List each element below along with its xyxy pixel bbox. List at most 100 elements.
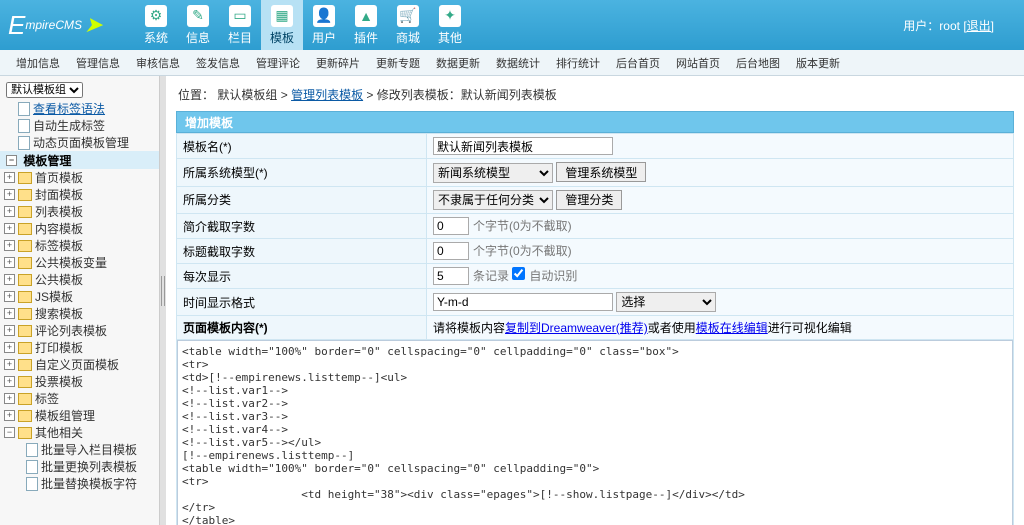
tree-item[interactable]: +首页模板 bbox=[0, 169, 159, 186]
manage-category-button[interactable]: 管理分类 bbox=[556, 190, 622, 210]
title-chars-input[interactable] bbox=[433, 242, 469, 260]
tree-item[interactable]: + 投票模板 bbox=[0, 373, 159, 390]
expand-icon[interactable]: + bbox=[4, 257, 15, 268]
dreamweaver-link[interactable]: 复制到Dreamweaver(推荐) bbox=[505, 321, 648, 335]
template-group-select[interactable]: 默认模板组 bbox=[6, 82, 83, 98]
expand-icon[interactable]: + bbox=[4, 189, 15, 200]
tree-item[interactable]: +内容模板 bbox=[0, 220, 159, 237]
timefmt-select[interactable]: 选择 bbox=[616, 292, 716, 312]
tree-child[interactable]: 批量更换列表模板 bbox=[0, 458, 159, 475]
collapse-icon[interactable]: − bbox=[6, 155, 17, 166]
nav-item-插件[interactable]: ▲插件 bbox=[345, 0, 387, 50]
tree-item[interactable]: +JS模板 bbox=[0, 288, 159, 305]
expand-icon[interactable]: + bbox=[4, 342, 15, 353]
tree-item[interactable]: +标签模板 bbox=[0, 237, 159, 254]
subnav-item[interactable]: 数据更新 bbox=[430, 55, 486, 71]
tree-child[interactable]: 批量替换模板字符 bbox=[0, 475, 159, 492]
auto-detect-checkbox[interactable] bbox=[512, 267, 525, 280]
subnav-item[interactable]: 后台首页 bbox=[610, 55, 666, 71]
tree-item[interactable]: +公共模板 bbox=[0, 271, 159, 288]
model-select[interactable]: 新闻系统模型 bbox=[433, 163, 553, 183]
folder-icon bbox=[18, 257, 32, 269]
page-icon bbox=[26, 443, 38, 457]
tree-item[interactable]: + 评论列表模板 bbox=[0, 322, 159, 339]
tree-label: 模板组管理 bbox=[35, 407, 95, 424]
tree-item[interactable]: + 模板组管理 bbox=[0, 407, 159, 424]
tree-item[interactable]: +封面模板 bbox=[0, 186, 159, 203]
subnav-item[interactable]: 数据统计 bbox=[490, 55, 546, 71]
sidebar-other-header[interactable]: −其他相关 bbox=[0, 424, 159, 441]
nav-item-其他[interactable]: ✦其他 bbox=[429, 0, 471, 50]
logo-text: mpireCMS bbox=[25, 18, 82, 32]
perpage-input[interactable] bbox=[433, 267, 469, 285]
hint-text: 或者使用 bbox=[648, 321, 696, 335]
tree-label: 评论列表模板 bbox=[35, 322, 107, 339]
expand-icon[interactable]: + bbox=[4, 393, 15, 404]
breadcrumb-current: 修改列表模板：默认新闻列表模板 bbox=[377, 88, 557, 102]
expand-icon[interactable]: + bbox=[4, 240, 15, 251]
main-nav: ⚙系统✎信息▭栏目▦模板👤用户▲插件🛒商城✦其他 bbox=[135, 0, 471, 50]
expand-icon[interactable]: + bbox=[4, 223, 15, 234]
sidebar-link[interactable]: 查看标签语法 bbox=[0, 100, 159, 117]
form-table: 模板名(*) 所属系统模型(*) 新闻系统模型 管理系统模型 所属分类 不隶属于… bbox=[176, 133, 1014, 525]
nav-item-系统[interactable]: ⚙系统 bbox=[135, 0, 177, 50]
subnav-item[interactable]: 更新碎片 bbox=[310, 55, 366, 71]
subnav-item[interactable]: 排行统计 bbox=[550, 55, 606, 71]
content-label-cell: 页面模板内容(*) bbox=[177, 316, 427, 340]
expand-icon[interactable]: + bbox=[4, 274, 15, 285]
subnav-item[interactable]: 管理评论 bbox=[250, 55, 306, 71]
tree-item[interactable]: +自定义页面模板 bbox=[0, 356, 159, 373]
intro-hint: 个字节(0为不截取) bbox=[473, 219, 572, 233]
subnav-item[interactable]: 版本更新 bbox=[790, 55, 846, 71]
timefmt-input[interactable] bbox=[433, 293, 613, 311]
tree-child[interactable]: 批量导入栏目模板 bbox=[0, 441, 159, 458]
collapse-icon[interactable]: − bbox=[4, 427, 15, 438]
manage-model-button[interactable]: 管理系统模型 bbox=[556, 162, 646, 182]
sidebar-link[interactable]: 动态页面模板管理 bbox=[0, 134, 159, 151]
expand-icon[interactable]: + bbox=[4, 308, 15, 319]
logo-initial: E bbox=[8, 10, 25, 41]
expand-icon[interactable]: + bbox=[4, 206, 15, 217]
subnav-item[interactable]: 管理信息 bbox=[70, 55, 126, 71]
tree-item[interactable]: +打印模板 bbox=[0, 339, 159, 356]
subnav-item[interactable]: 网站首页 bbox=[670, 55, 726, 71]
content-hint-cell: 请将模板内容复制到Dreamweaver(推荐)或者使用模板在线编辑进行可视化编… bbox=[427, 316, 1014, 340]
online-editor-link[interactable]: 模板在线编辑 bbox=[696, 321, 768, 335]
expand-icon[interactable]: + bbox=[4, 376, 15, 387]
logo[interactable]: EmpireCMS➤ bbox=[0, 0, 135, 50]
expand-icon[interactable]: + bbox=[4, 325, 15, 336]
title-hint: 个字节(0为不截取) bbox=[473, 244, 572, 258]
template-name-input[interactable] bbox=[433, 137, 613, 155]
subnav-item[interactable]: 更新专题 bbox=[370, 55, 426, 71]
nav-item-商城[interactable]: 🛒商城 bbox=[387, 0, 429, 50]
top-bar: EmpireCMS➤ ⚙系统✎信息▭栏目▦模板👤用户▲插件🛒商城✦其他 用户：r… bbox=[0, 0, 1024, 50]
tree-item[interactable]: + 列表模板 bbox=[0, 203, 159, 220]
tree-item[interactable]: +搜索模板 bbox=[0, 305, 159, 322]
tree-label: 投票模板 bbox=[35, 373, 83, 390]
nav-item-模板[interactable]: ▦模板 bbox=[261, 0, 303, 50]
category-select[interactable]: 不隶属于任何分类 bbox=[433, 190, 553, 210]
sidebar: 默认模板组 查看标签语法自动生成标签动态页面模板管理 − 模板管理 +首页模板+… bbox=[0, 76, 160, 525]
expand-icon[interactable]: + bbox=[4, 410, 15, 421]
tree-item[interactable]: +标签 bbox=[0, 390, 159, 407]
expand-icon[interactable]: + bbox=[4, 172, 15, 183]
subnav-item[interactable]: 签发信息 bbox=[190, 55, 246, 71]
template-code-textarea[interactable] bbox=[177, 340, 1013, 525]
nav-item-用户[interactable]: 👤用户 bbox=[303, 0, 345, 50]
nav-item-信息[interactable]: ✎信息 bbox=[177, 0, 219, 50]
folder-icon bbox=[18, 172, 32, 184]
subnav-item[interactable]: 增加信息 bbox=[10, 55, 66, 71]
subnav-item[interactable]: 后台地图 bbox=[730, 55, 786, 71]
breadcrumb-link[interactable]: 管理列表模板 bbox=[291, 88, 363, 102]
expand-icon[interactable]: + bbox=[4, 291, 15, 302]
nav-item-栏目[interactable]: ▭栏目 bbox=[219, 0, 261, 50]
page-icon bbox=[18, 119, 30, 133]
expand-icon[interactable]: + bbox=[4, 359, 15, 370]
intro-chars-input[interactable] bbox=[433, 217, 469, 235]
tree-label: 列表模板 bbox=[35, 203, 83, 220]
logout-link[interactable]: [退出] bbox=[963, 19, 994, 33]
tree-item[interactable]: +公共模板变量 bbox=[0, 254, 159, 271]
subnav-item[interactable]: 审核信息 bbox=[130, 55, 186, 71]
sidebar-link[interactable]: 自动生成标签 bbox=[0, 117, 159, 134]
nav-label: 系统 bbox=[144, 29, 168, 46]
